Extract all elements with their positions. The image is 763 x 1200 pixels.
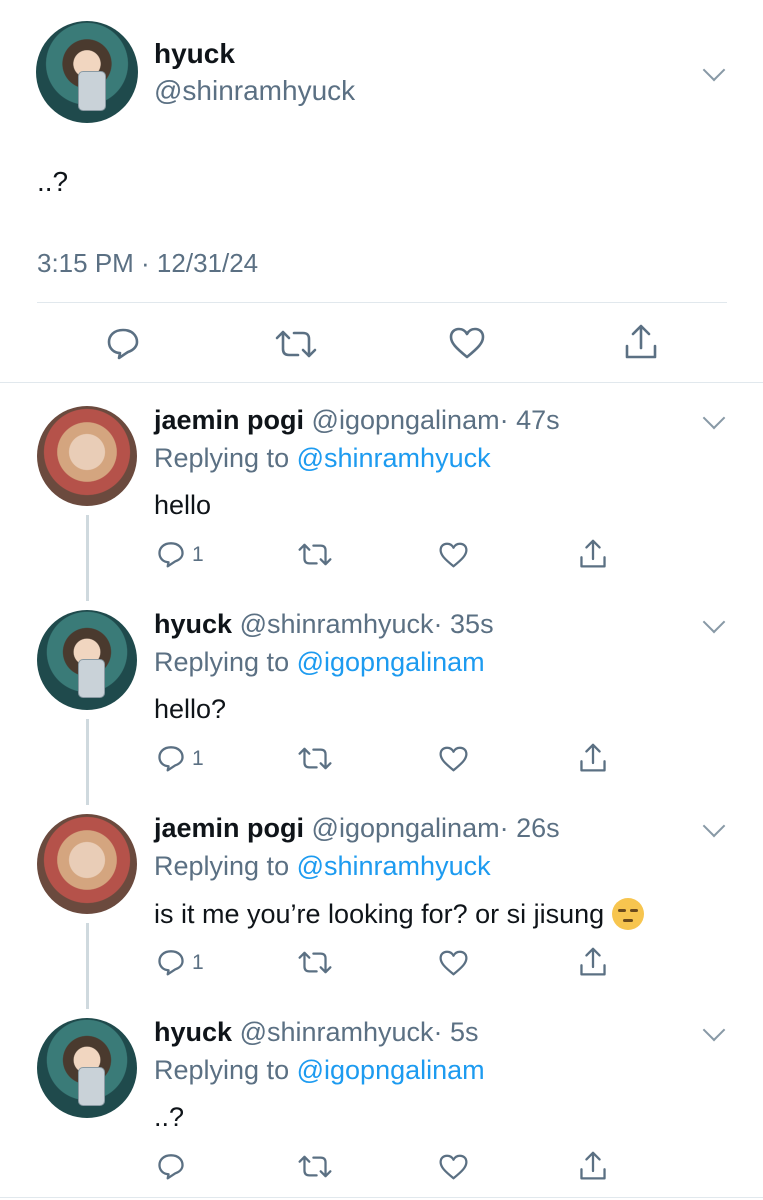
retweet-icon[interactable] [298,542,332,567]
chevron-down-icon[interactable] [702,406,726,430]
replying-handle-link[interactable]: @shinramhyuck [297,851,491,881]
chevron-down-icon[interactable] [702,58,726,82]
share-icon[interactable] [579,743,607,773]
reply-icon[interactable] [157,1152,185,1180]
avatar[interactable] [37,406,137,506]
reply-time: · 26s [499,813,560,843]
avatar[interactable] [37,610,137,710]
share-icon[interactable] [624,324,658,360]
author-name[interactable]: jaemin pogi [154,813,304,843]
replying-to: Replying to @shinramhyuck [154,443,491,474]
retweet-icon[interactable] [298,950,332,975]
unamused-face-emoji [611,898,644,930]
author-name[interactable]: jaemin pogi [154,405,304,435]
reply-count: 1 [192,543,204,566]
reply-header: hyuck @shinramhyuck· 35s [154,609,494,640]
reply-time: · 35s [433,609,494,639]
share-icon[interactable] [579,947,607,977]
divider [37,302,727,303]
reply-time: · 5s [433,1017,479,1047]
chevron-down-icon[interactable] [702,814,726,838]
reply-count: 1 [192,747,204,770]
author-handle[interactable]: @shinramhyuck [154,75,355,107]
avatar[interactable] [37,1018,137,1118]
author-handle[interactable]: @shinramhyuck [240,1017,434,1047]
reply-text: hello [154,490,212,520]
reply-icon[interactable] [106,326,140,360]
chevron-down-icon[interactable] [702,1018,726,1042]
like-icon[interactable] [439,1154,468,1180]
author-name[interactable]: hyuck [154,609,232,639]
reply-icon[interactable] [157,948,185,976]
like-icon[interactable] [439,746,468,772]
like-icon[interactable] [449,327,485,359]
reply-text: ..? [154,1102,185,1132]
reply-icon[interactable] [157,540,185,568]
thread-line [86,515,89,601]
reply-count: 1 [192,951,204,974]
tweet-timestamp: 3:15 PM · 12/31/24 [37,248,259,278]
share-icon[interactable] [579,1151,607,1181]
like-icon[interactable] [439,950,468,976]
author-handle[interactable]: @igopngalinam [312,405,500,435]
thread-line [86,719,89,805]
thread-line [86,923,89,1009]
reply-text-row: is it me you’re looking for? or si jisun… [154,898,644,930]
avatar[interactable] [36,21,138,123]
retweet-icon[interactable] [298,1154,332,1179]
reply-header: jaemin pogi @igopngalinam· 47s [154,405,560,436]
retweet-icon[interactable] [298,746,332,771]
reply-time: · 47s [499,405,560,435]
author-handle[interactable]: @shinramhyuck [240,609,434,639]
replying-prefix: Replying to [154,443,290,473]
replying-prefix: Replying to [154,647,290,677]
replying-to: Replying to @igopngalinam [154,1055,485,1086]
replying-handle-link[interactable]: @igopngalinam [297,647,485,677]
like-icon[interactable] [439,542,468,568]
share-icon[interactable] [579,539,607,569]
bottom-divider [0,1197,763,1198]
avatar[interactable] [37,814,137,914]
section-divider [0,382,763,383]
reply-icon[interactable] [157,744,185,772]
replying-prefix: Replying to [154,851,290,881]
reply-header: jaemin pogi @igopngalinam· 26s [154,813,560,844]
replying-handle-link[interactable]: @igopngalinam [297,1055,485,1085]
tweet-text: ..? [37,166,69,197]
author-name[interactable]: hyuck [154,1017,232,1047]
replying-to: Replying to @igopngalinam [154,647,485,678]
author-name[interactable]: hyuck [154,38,235,70]
reply-text: is it me you’re looking for? or si jisun… [154,899,605,929]
reply-text: hello? [154,694,227,724]
retweet-icon[interactable] [275,329,317,359]
replying-to: Replying to @shinramhyuck [154,851,491,882]
replying-handle-link[interactable]: @shinramhyuck [297,443,491,473]
author-handle[interactable]: @igopngalinam [312,813,500,843]
replying-prefix: Replying to [154,1055,290,1085]
reply-header: hyuck @shinramhyuck· 5s [154,1017,479,1048]
chevron-down-icon[interactable] [702,610,726,634]
